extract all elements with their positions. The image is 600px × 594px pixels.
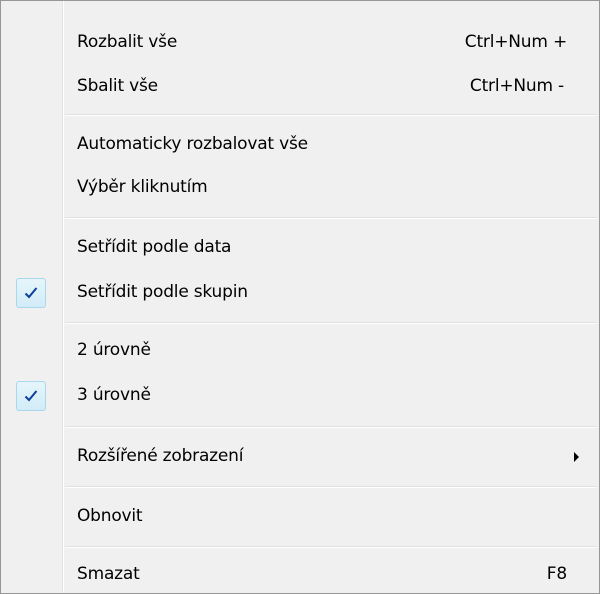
- menu-item-two-levels[interactable]: 2 úrovně: [3, 327, 597, 375]
- submenu-arrow-icon: [574, 452, 579, 462]
- menu-item-label: Sbalit vše: [77, 76, 158, 96]
- menu-separator: [65, 426, 597, 428]
- menu-item-extended-view[interactable]: Rozšířené zobrazení: [3, 433, 597, 481]
- menu-item-label: Smazat: [77, 564, 140, 584]
- menu-separator: [65, 217, 597, 219]
- menu-item-auto-expand[interactable]: Automaticky rozbalovat vše: [3, 121, 597, 169]
- menu-item-label: 2 úrovně: [77, 340, 151, 360]
- menu-item-sort-by-date[interactable]: Setřídit podle data: [3, 224, 597, 272]
- menu-separator: [65, 114, 597, 116]
- menu-item-label: Obnovit: [77, 506, 143, 526]
- menu-separator: [65, 546, 597, 548]
- menu-item-refresh[interactable]: Obnovit: [3, 493, 597, 541]
- menu-item-collapse-all[interactable]: Sbalit vše Ctrl+Num -: [3, 63, 597, 111]
- menu-separator: [65, 322, 597, 324]
- menu-item-label: Výběr kliknutím: [77, 177, 208, 197]
- menu-item-label: 3 úrovně: [77, 385, 151, 405]
- checkmark-icon: [16, 278, 46, 308]
- menu-item-click-select[interactable]: Výběr kliknutím: [3, 164, 597, 212]
- menu-item-label: Rozbalit vše: [77, 32, 178, 52]
- menu-item-shortcut: Ctrl+Num -: [469, 76, 564, 96]
- menu-item-delete[interactable]: Smazat F8: [3, 551, 597, 593]
- menu-item-three-levels[interactable]: 3 úrovně: [3, 372, 597, 420]
- menu-item-label: Setřídit podle data: [77, 237, 232, 257]
- menu-item-expand-all[interactable]: Rozbalit vše Ctrl+Num +: [3, 19, 597, 67]
- menu-item-shortcut: Ctrl+Num +: [464, 32, 567, 52]
- checkmark-icon: [16, 381, 46, 411]
- context-menu: Rozbalit vše Ctrl+Num + Sbalit vše Ctrl+…: [0, 0, 600, 594]
- menu-item-label: Rozšířené zobrazení: [77, 446, 244, 466]
- menu-item-label: Setřídit podle skupin: [77, 282, 248, 302]
- menu-item-shortcut: F8: [546, 564, 567, 584]
- menu-item-sort-by-group[interactable]: Setřídit podle skupin: [3, 269, 597, 317]
- menu-item-label: Automaticky rozbalovat vše: [77, 134, 308, 154]
- menu-separator: [65, 486, 597, 488]
